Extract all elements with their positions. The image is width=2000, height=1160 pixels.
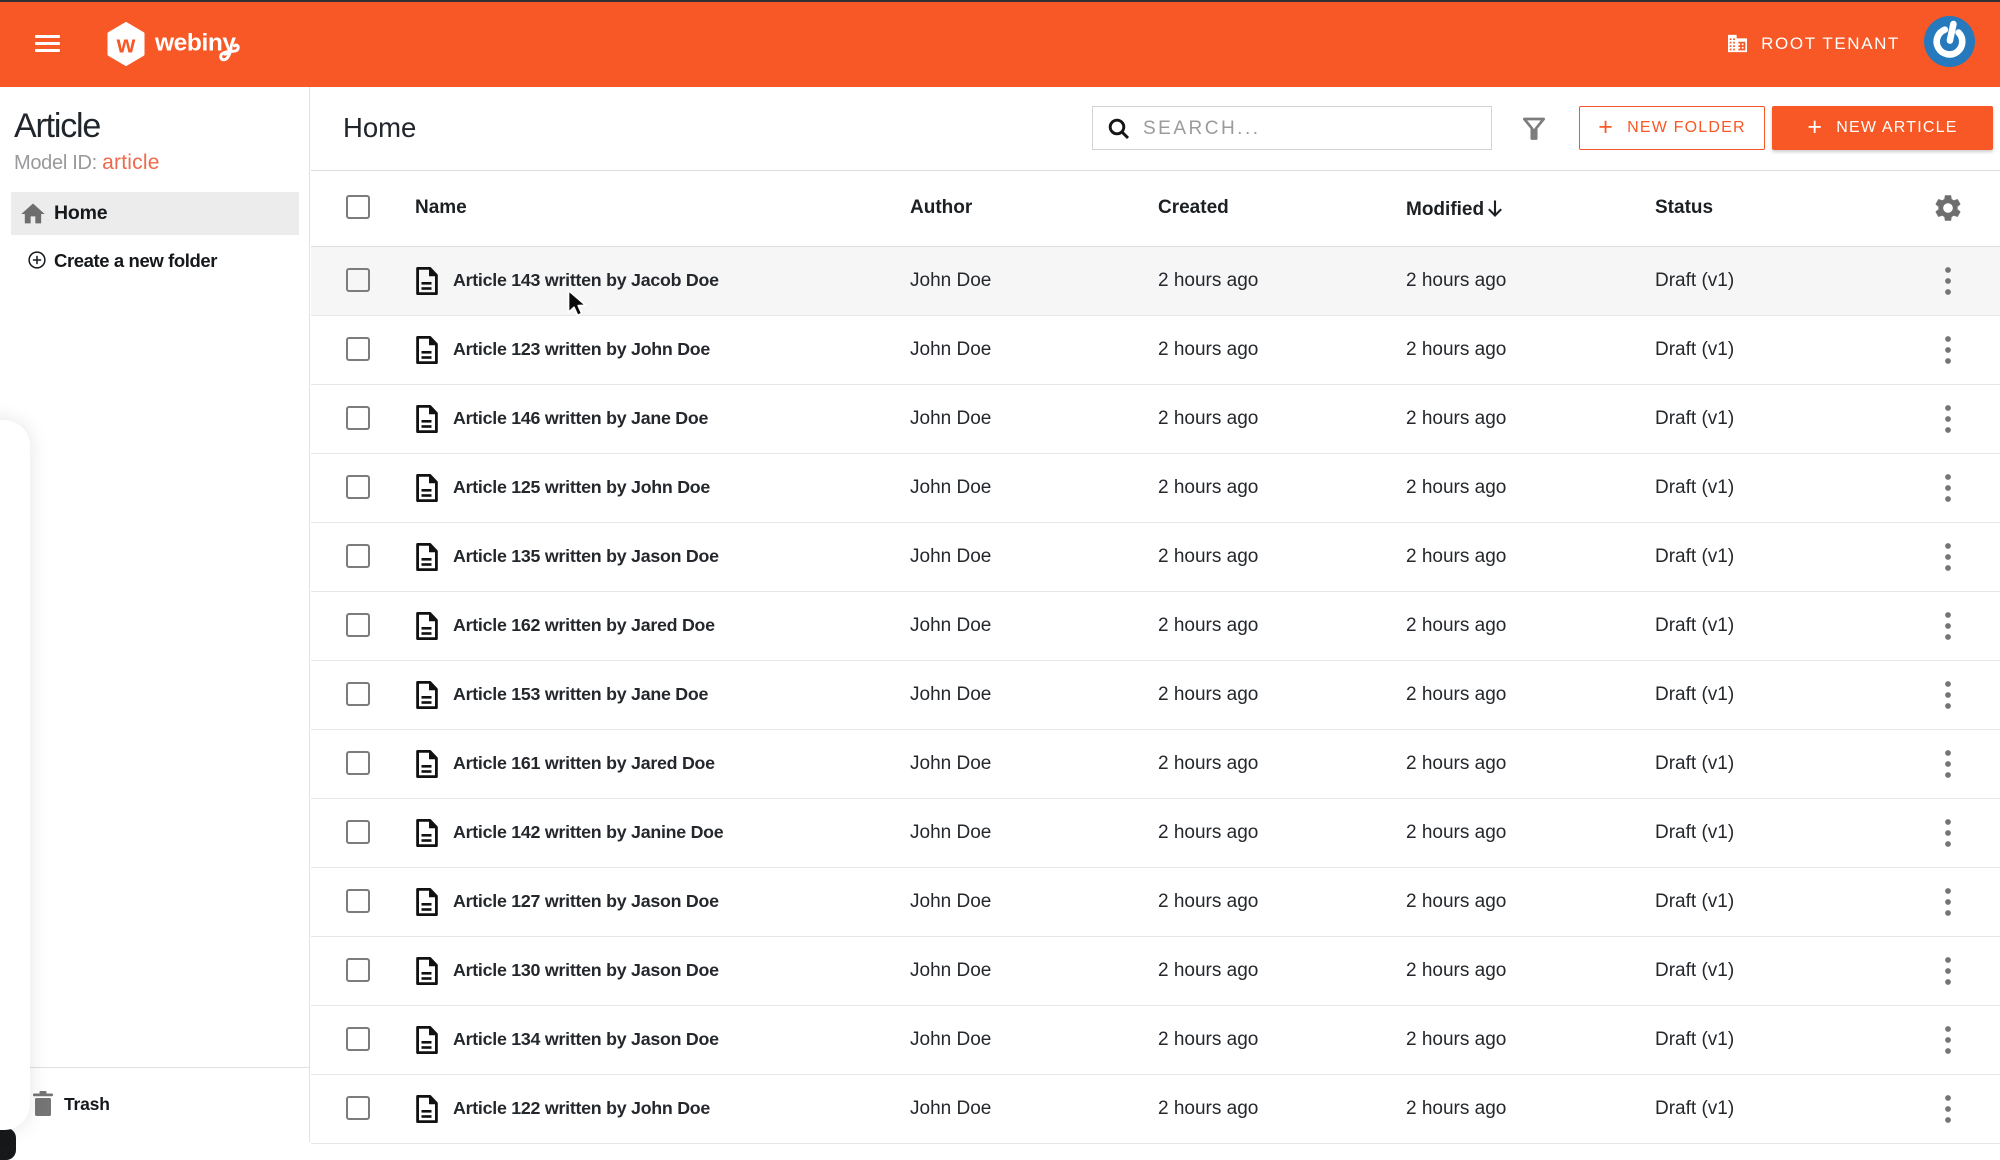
svg-text:w: w	[116, 32, 136, 59]
